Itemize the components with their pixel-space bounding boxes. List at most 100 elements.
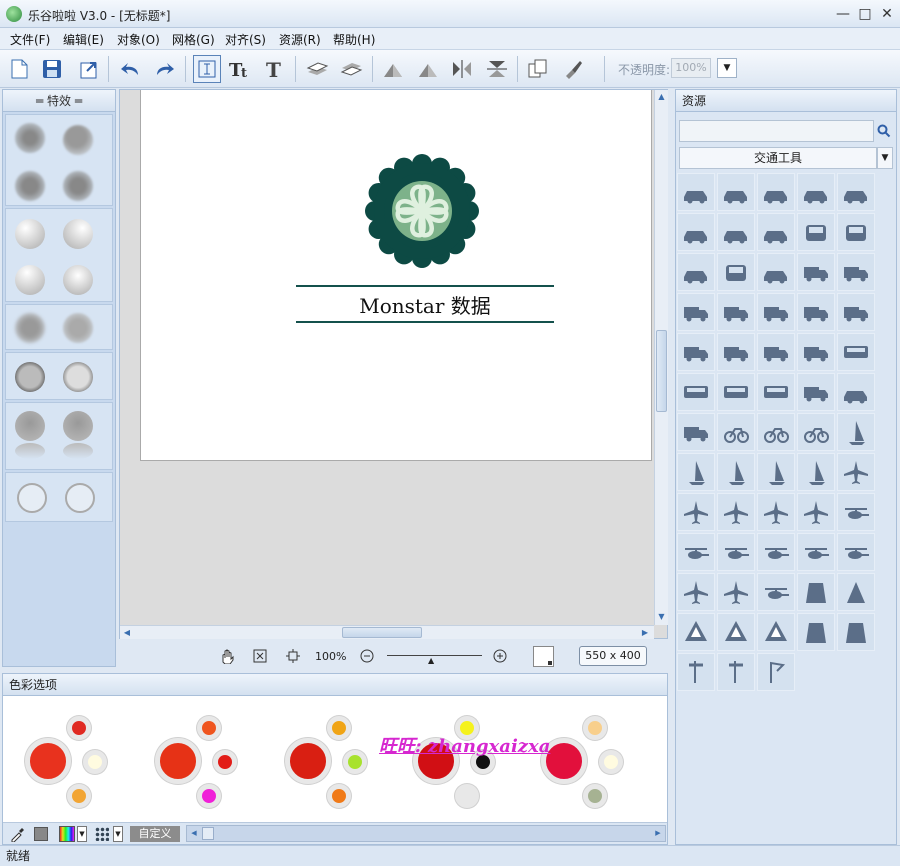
menu-file[interactable]: 文件(F) xyxy=(10,31,50,48)
resource-item[interactable] xyxy=(677,573,715,611)
menu-help[interactable]: 帮助(H) xyxy=(333,31,375,48)
effect-ring-2[interactable] xyxy=(63,362,93,392)
chevron-down-icon[interactable]: ▼ xyxy=(877,147,893,169)
scroll-up-icon[interactable]: ▲ xyxy=(655,90,668,104)
redo-button[interactable] xyxy=(151,55,179,83)
resource-item[interactable] xyxy=(717,213,755,251)
color-swatch-top[interactable] xyxy=(197,716,221,740)
menu-align[interactable]: 对齐(S) xyxy=(225,31,266,48)
resource-item[interactable] xyxy=(757,293,795,331)
color-scheme-5[interactable] xyxy=(541,712,631,812)
resource-item[interactable] xyxy=(837,373,875,411)
actual-size-icon[interactable] xyxy=(286,649,300,663)
maximize-button[interactable]: □ xyxy=(854,4,876,24)
resource-item[interactable] xyxy=(797,493,835,531)
resource-item[interactable] xyxy=(797,213,835,251)
color-swatch-right[interactable] xyxy=(343,750,367,774)
resource-item[interactable] xyxy=(677,613,715,651)
rotate-left-button[interactable] xyxy=(379,55,407,83)
resource-item[interactable] xyxy=(677,213,715,251)
color-swatch-top[interactable] xyxy=(67,716,91,740)
resource-item[interactable] xyxy=(717,573,755,611)
text-style-button[interactable]: T xyxy=(261,55,289,83)
close-button[interactable]: ✕ xyxy=(876,4,898,24)
effect-bevel-1[interactable] xyxy=(15,219,45,249)
resource-item[interactable] xyxy=(717,253,755,291)
color-swatch-right[interactable] xyxy=(599,750,623,774)
chevron-down-icon[interactable]: ▼ xyxy=(113,826,123,842)
resource-item[interactable] xyxy=(797,293,835,331)
effect-glow-1[interactable] xyxy=(15,313,45,343)
resource-item[interactable] xyxy=(797,333,835,371)
resource-item[interactable] xyxy=(837,493,875,531)
resource-item[interactable] xyxy=(757,573,795,611)
opacity-dropdown[interactable]: ▼ xyxy=(717,58,737,78)
canvas-size-display[interactable]: 550 x 400 xyxy=(579,646,647,666)
eyedropper-icon[interactable] xyxy=(9,826,25,842)
flip-vertical-button[interactable] xyxy=(483,55,511,83)
resource-item[interactable] xyxy=(717,373,755,411)
resource-item[interactable] xyxy=(717,293,755,331)
resource-item[interactable] xyxy=(717,653,755,691)
resource-item[interactable] xyxy=(797,533,835,571)
effect-bevel-4[interactable] xyxy=(63,265,93,295)
color-swatch-icon[interactable] xyxy=(34,827,48,841)
resource-item[interactable] xyxy=(717,173,755,211)
scroll-left-icon[interactable]: ◀ xyxy=(120,626,134,639)
menu-grid[interactable]: 网格(G) xyxy=(172,31,215,48)
resource-item[interactable] xyxy=(757,213,795,251)
effect-bevel-3[interactable] xyxy=(15,265,45,295)
resource-item[interactable] xyxy=(677,413,715,451)
page-color-swatch[interactable] xyxy=(533,646,554,667)
resource-item[interactable] xyxy=(717,533,755,571)
color-swatch-top[interactable] xyxy=(583,716,607,740)
resource-item[interactable] xyxy=(797,413,835,451)
resource-item[interactable] xyxy=(837,453,875,491)
resource-item[interactable] xyxy=(677,493,715,531)
resource-item[interactable] xyxy=(717,333,755,371)
menu-object[interactable]: 对象(O) xyxy=(117,31,160,48)
effect-shadow-3[interactable] xyxy=(15,171,45,201)
resource-item[interactable] xyxy=(837,293,875,331)
color-swatch-bottom[interactable] xyxy=(455,784,479,808)
bring-forward-button[interactable] xyxy=(303,55,331,83)
effect-bevel-2[interactable] xyxy=(63,219,93,249)
resource-item[interactable] xyxy=(757,453,795,491)
color-swatch-bottom[interactable] xyxy=(327,784,351,808)
resource-item[interactable] xyxy=(677,293,715,331)
grid-dots-icon[interactable] xyxy=(95,827,109,841)
palette-icon[interactable] xyxy=(59,826,75,842)
vertical-scroll-thumb[interactable] xyxy=(656,330,667,412)
resource-item[interactable] xyxy=(797,453,835,491)
color-swatch-main[interactable] xyxy=(285,738,331,784)
resource-item[interactable] xyxy=(677,653,715,691)
minimize-button[interactable]: — xyxy=(832,4,854,24)
effect-glow-2[interactable] xyxy=(63,313,93,343)
resource-item[interactable] xyxy=(837,173,875,211)
resource-item[interactable] xyxy=(757,373,795,411)
resource-item[interactable] xyxy=(757,533,795,571)
resource-item[interactable] xyxy=(797,373,835,411)
color-swatch-main[interactable] xyxy=(155,738,201,784)
color-scheme-2[interactable] xyxy=(155,712,245,812)
resource-item[interactable] xyxy=(837,213,875,251)
send-backward-button[interactable] xyxy=(337,55,365,83)
zoom-out-icon[interactable] xyxy=(360,649,374,663)
new-button[interactable] xyxy=(5,55,33,83)
resource-item[interactable] xyxy=(757,333,795,371)
resource-item[interactable] xyxy=(677,333,715,371)
resource-search-input[interactable] xyxy=(679,120,874,142)
resource-item[interactable] xyxy=(677,533,715,571)
resource-item[interactable] xyxy=(757,253,795,291)
color-scheme-1[interactable] xyxy=(25,712,115,812)
color-scheme-4[interactable] xyxy=(413,712,503,812)
rotate-right-button[interactable] xyxy=(414,55,442,83)
resource-item[interactable] xyxy=(757,653,795,691)
vertical-scrollbar[interactable]: ▲ ▼ xyxy=(654,90,668,625)
resource-item[interactable] xyxy=(677,253,715,291)
effect-shadow-1[interactable] xyxy=(15,123,45,153)
format-brush-button[interactable] xyxy=(559,55,587,83)
scroll-right-icon[interactable]: ▶ xyxy=(638,626,652,639)
zoom-in-icon[interactable] xyxy=(493,649,507,663)
color-swatch-right[interactable] xyxy=(83,750,107,774)
